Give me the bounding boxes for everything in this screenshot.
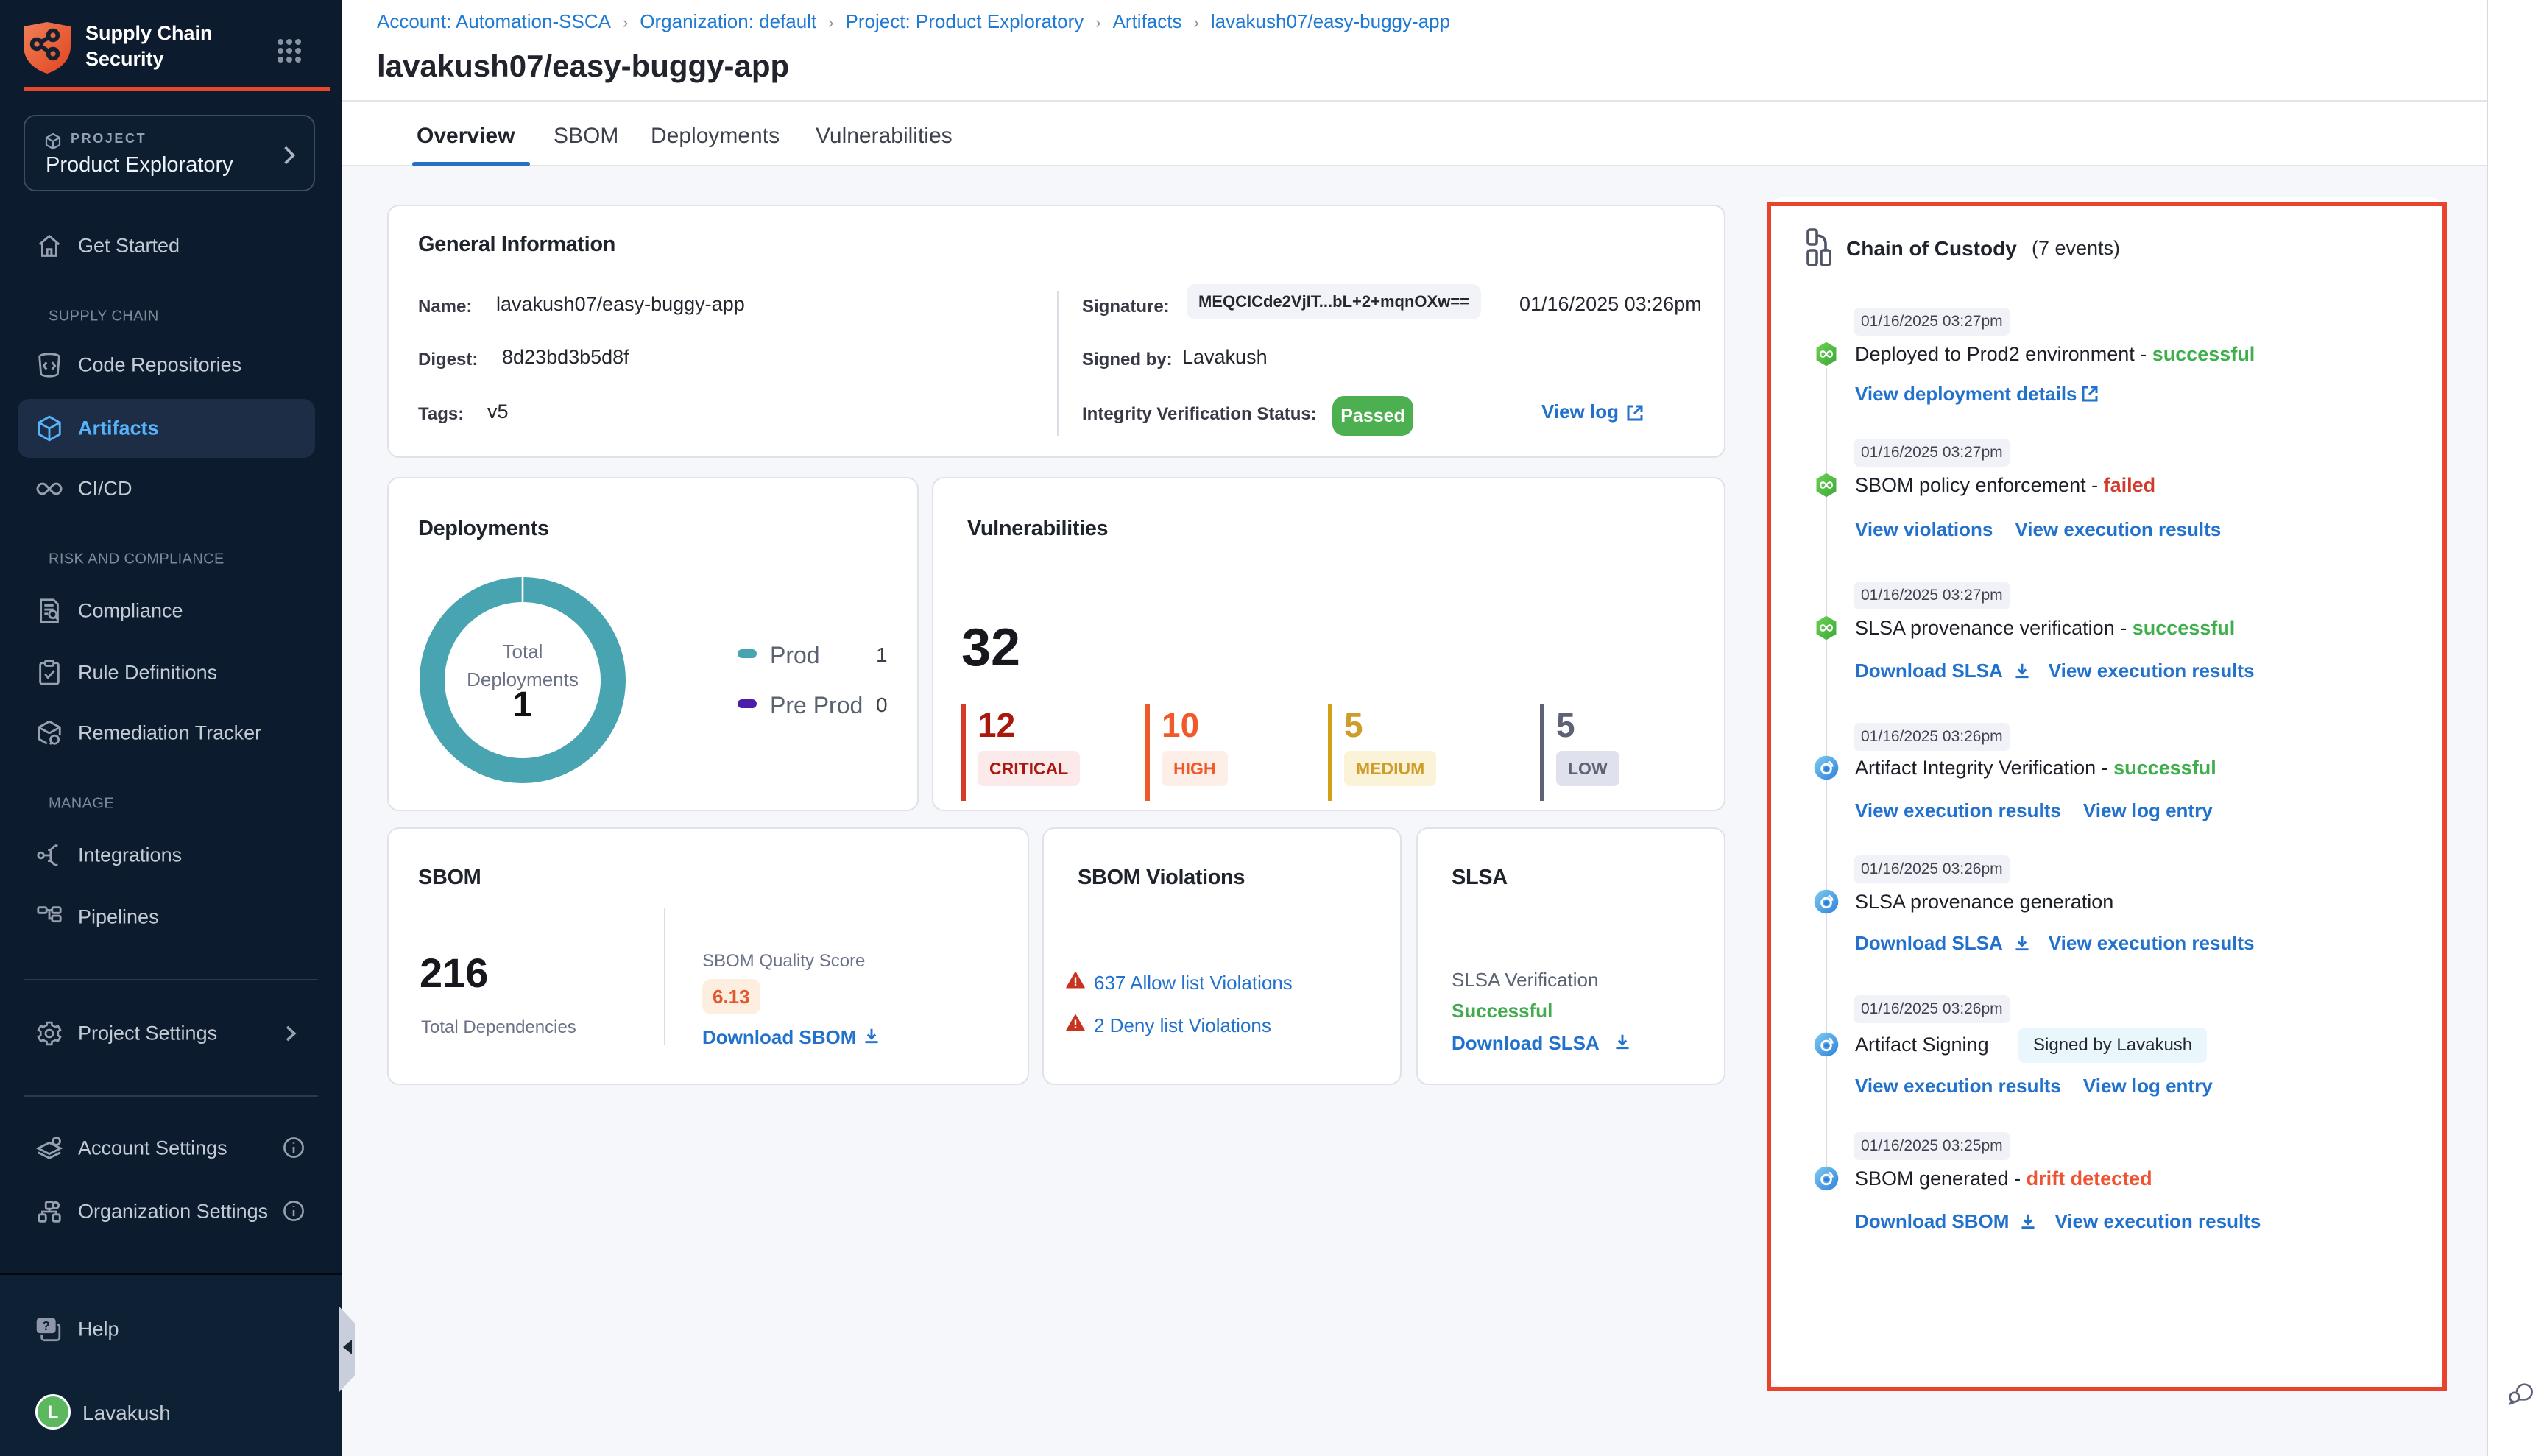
- svg-text:?: ?: [42, 1318, 50, 1333]
